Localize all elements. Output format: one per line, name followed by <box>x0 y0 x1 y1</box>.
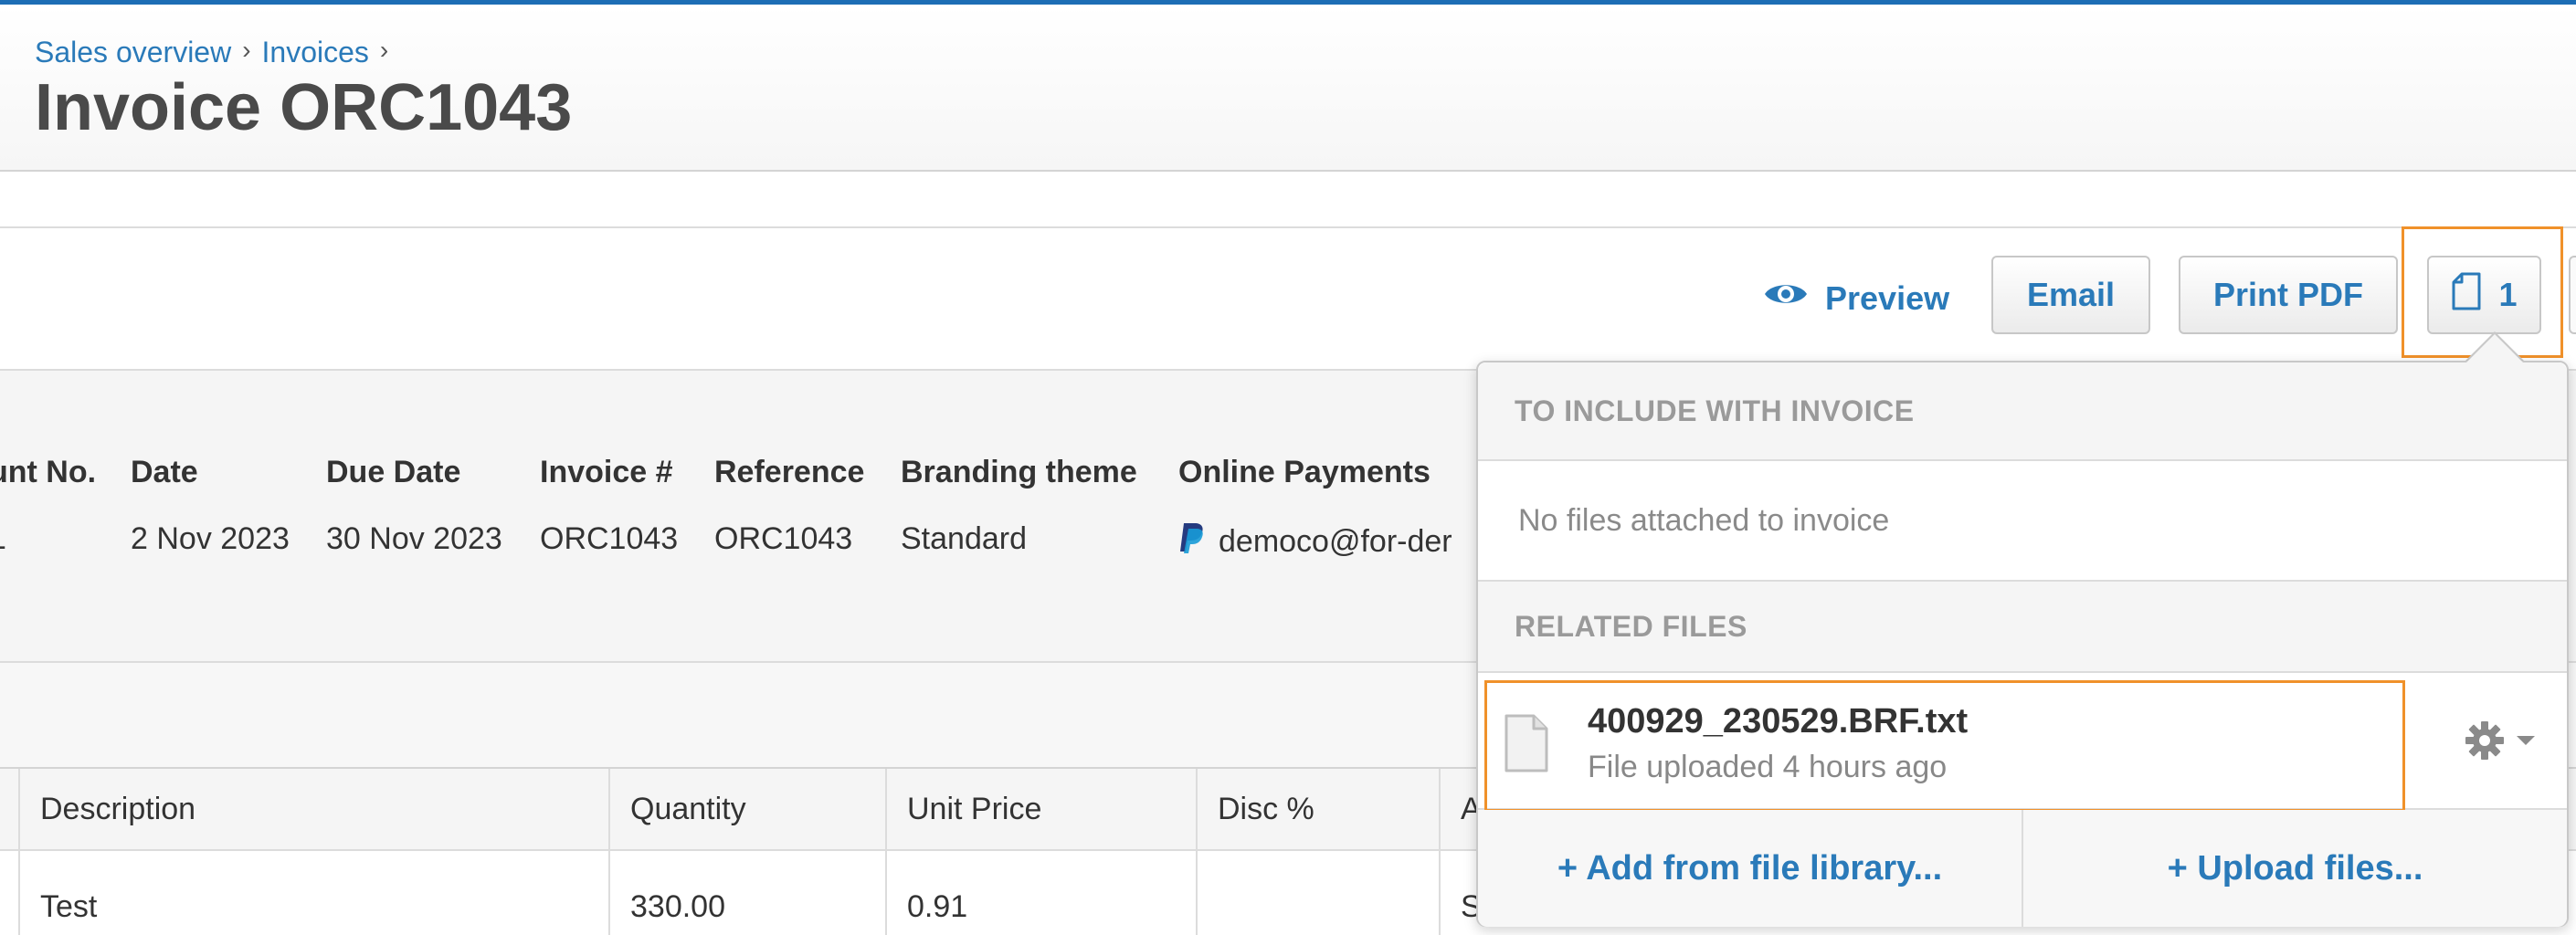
page-title: Invoice ORC1043 <box>35 71 573 144</box>
gear-icon <box>2465 720 2505 765</box>
related-files-header: RELATED FILES <box>1478 582 2567 673</box>
related-file-item[interactable]: 400929_230529.BRF.txt File uploaded 4 ho… <box>1478 673 2567 812</box>
email-button[interactable]: Email <box>1991 256 2150 334</box>
table-header-quantity[interactable]: Quantity <box>610 769 887 849</box>
spacer-band <box>0 172 2576 228</box>
eye-icon <box>1763 278 1809 318</box>
file-upload-time: File uploaded 4 hours ago <box>1588 750 1948 784</box>
include-with-invoice-header: TO INCLUDE WITH INVOICE <box>1478 362 2567 461</box>
invoice-toolbar: Preview Email Print PDF 1 <box>0 226 2576 371</box>
preview-link[interactable]: Preview <box>1763 278 1949 318</box>
preview-label: Preview <box>1825 278 1950 317</box>
table-cell <box>0 851 20 935</box>
detail-online-payments: Online Payments democo@for-der <box>1178 455 1452 562</box>
paypal-icon <box>1178 521 1206 562</box>
detail-due-date: Due Date 30 Nov 2023 <box>326 455 502 557</box>
breadcrumb: Sales overview › Invoices › <box>35 36 399 69</box>
detail-value: 1 <box>0 521 96 557</box>
detail-account-number: unt No. 1 <box>0 455 96 557</box>
popover-actions: + Add from file library... + Upload file… <box>1478 810 2567 927</box>
detail-value: 2 Nov 2023 <box>131 521 290 556</box>
breadcrumb-link-invoices[interactable]: Invoices <box>262 36 369 69</box>
upload-files-button[interactable]: + Upload files... <box>2023 810 2567 927</box>
detail-label: Reference <box>714 455 865 489</box>
file-settings-menu[interactable] <box>2465 720 2536 765</box>
no-files-message: No files attached to invoice <box>1478 461 2567 582</box>
chevron-down-icon <box>2516 734 2536 751</box>
detail-invoice-number: Invoice # ORC1043 <box>540 455 678 557</box>
print-pdf-button[interactable]: Print PDF <box>2179 256 2398 334</box>
breadcrumb-separator: › <box>379 36 389 64</box>
file-name[interactable]: 400929_230529.BRF.txt <box>1588 702 1968 741</box>
popover-caret-inner <box>2466 334 2523 362</box>
file-icon <box>1504 713 1549 778</box>
page-header: Sales overview › Invoices › Invoice ORC1… <box>0 5 2576 172</box>
files-popover: TO INCLUDE WITH INVOICE No files attache… <box>1476 361 2569 927</box>
detail-date: Date 2 Nov 2023 <box>131 455 290 557</box>
detail-label: Invoice # <box>540 455 673 489</box>
file-item-highlight <box>1484 680 2405 812</box>
table-cell-unit-price[interactable]: 0.91 <box>887 851 1198 935</box>
detail-value: ORC1043 <box>714 521 853 556</box>
detail-label: unt No. <box>0 455 97 489</box>
table-header-cell <box>0 769 20 849</box>
table-cell-description[interactable]: Test <box>20 851 610 935</box>
detail-label: Branding theme <box>901 455 1137 489</box>
detail-reference: Reference ORC1043 <box>714 455 864 557</box>
breadcrumb-separator: › <box>242 36 251 64</box>
detail-value: 30 Nov 2023 <box>326 521 502 556</box>
table-header-unit-price[interactable]: Unit Price <box>887 769 1198 849</box>
detail-label: Date <box>131 455 198 489</box>
breadcrumb-link-sales-overview[interactable]: Sales overview <box>35 36 231 69</box>
table-header-description[interactable]: Description <box>20 769 610 849</box>
detail-value: Standard <box>901 521 1027 556</box>
payment-email[interactable]: democo@for-der <box>1219 524 1452 560</box>
add-from-file-library-button[interactable]: + Add from file library... <box>1478 810 2023 927</box>
detail-label: Online Payments <box>1178 455 1431 489</box>
table-cell-quantity[interactable]: 330.00 <box>610 851 887 935</box>
detail-branding-theme: Branding theme Standard <box>901 455 1137 557</box>
detail-value: ORC1043 <box>540 521 679 556</box>
table-header-discount[interactable]: Disc % <box>1198 769 1441 849</box>
detail-value: democo@for-der <box>1178 521 1452 562</box>
table-cell-discount[interactable] <box>1198 851 1441 935</box>
detail-label: Due Date <box>326 455 461 489</box>
more-button-edge[interactable] <box>2569 256 2576 334</box>
